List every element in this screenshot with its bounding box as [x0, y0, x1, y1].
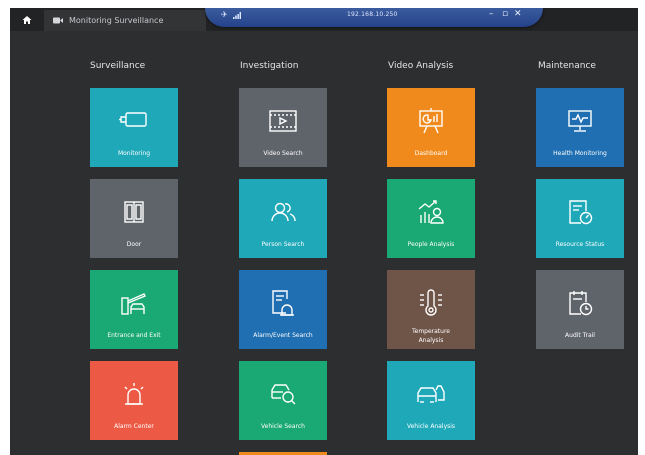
tab-label: Monitoring Surveillance	[69, 16, 164, 25]
tile-label: Vehicle Search	[261, 422, 305, 430]
car-search-icon	[269, 380, 297, 408]
restore-button[interactable]: ▫	[502, 9, 508, 19]
audit-clock-icon	[567, 289, 593, 317]
tile-entrance-exit[interactable]: Entrance and Exit	[90, 270, 178, 349]
tile-label: Audit Trail	[565, 331, 595, 339]
tile-label: Alarm/Event Search	[253, 331, 313, 339]
camera-icon	[53, 17, 63, 24]
remote-ip: 192.168.10.250	[347, 11, 398, 18]
tile-label: Alarm Center	[114, 422, 154, 430]
tile-video-search[interactable]: Video Search	[239, 88, 327, 167]
people-icon	[269, 198, 297, 226]
tile-monitoring[interactable]: Monitoring	[90, 88, 178, 167]
column-title-video-analysis: Video Analysis	[388, 61, 454, 71]
tile-label: Door	[126, 240, 142, 248]
thermometer-icon	[417, 289, 445, 317]
tile-alarm-event-search[interactable]: Alarm/Event Search	[239, 270, 327, 349]
tile-health-monitoring[interactable]: Health Monitoring	[536, 88, 624, 167]
minimize-button[interactable]: –	[489, 9, 494, 19]
alarm-document-icon	[270, 289, 296, 317]
tile-label: People Analysis	[407, 240, 455, 248]
tile-vehicle-analysis[interactable]: Vehicle Analysis	[387, 361, 475, 440]
tile-temperature-analysis[interactable]: Temperature Analysis	[387, 270, 475, 349]
top-bar: Monitoring Surveillance ✈ 192.168.10.250…	[10, 8, 638, 31]
alarm-light-icon	[121, 380, 147, 408]
tile-label: Resource Status	[555, 240, 605, 248]
tile-label: Dashboard	[414, 149, 448, 157]
barrier-gate-icon	[120, 289, 148, 317]
tab-monitoring-surveillance[interactable]: Monitoring Surveillance	[44, 10, 206, 31]
signal-icon	[233, 12, 241, 19]
tile-label: Vehicle Analysis	[406, 422, 456, 430]
remote-connection-bar: ✈ 192.168.10.250 – ▫ ✕	[205, 8, 543, 27]
home-button[interactable]	[10, 8, 44, 31]
column-title-investigation: Investigation	[240, 61, 299, 71]
tile-label: Monitoring	[117, 149, 151, 157]
health-monitor-icon	[566, 107, 594, 135]
tile-alarm-center[interactable]: Alarm Center	[90, 361, 178, 440]
resource-gauge-icon	[567, 198, 593, 226]
camera-icon	[118, 107, 150, 135]
tile-label: Health Monitoring	[553, 149, 607, 157]
close-button[interactable]: ✕	[514, 9, 522, 19]
door-icon	[123, 198, 145, 226]
pin-icon[interactable]: ✈	[221, 10, 228, 19]
column-title-surveillance: Surveillance	[90, 61, 146, 71]
tile-label: Video Search	[263, 149, 303, 157]
person-stats-icon	[417, 198, 445, 226]
tile-vehicle-search[interactable]: Vehicle Search	[239, 361, 327, 440]
cars-icon	[416, 380, 446, 408]
tile-label: Person Search	[261, 240, 305, 248]
video-play-icon	[268, 107, 298, 135]
column-title-maintenance: Maintenance	[538, 61, 596, 71]
tile-person-search[interactable]: Person Search	[239, 179, 327, 258]
tile-label: Entrance and Exit	[107, 331, 161, 339]
tile-people-analysis[interactable]: People Analysis	[387, 179, 475, 258]
tile-resource-status[interactable]: Resource Status	[536, 179, 624, 258]
home-icon	[22, 15, 32, 25]
tile-dashboard[interactable]: Dashboard	[387, 88, 475, 167]
tile-audit-trail[interactable]: Audit Trail	[536, 270, 624, 349]
app-window: Monitoring Surveillance ✈ 192.168.10.250…	[10, 8, 638, 455]
presentation-chart-icon	[417, 107, 445, 135]
tile-door[interactable]: Door	[90, 179, 178, 258]
tile-label: Temperature Analysis	[411, 328, 450, 344]
